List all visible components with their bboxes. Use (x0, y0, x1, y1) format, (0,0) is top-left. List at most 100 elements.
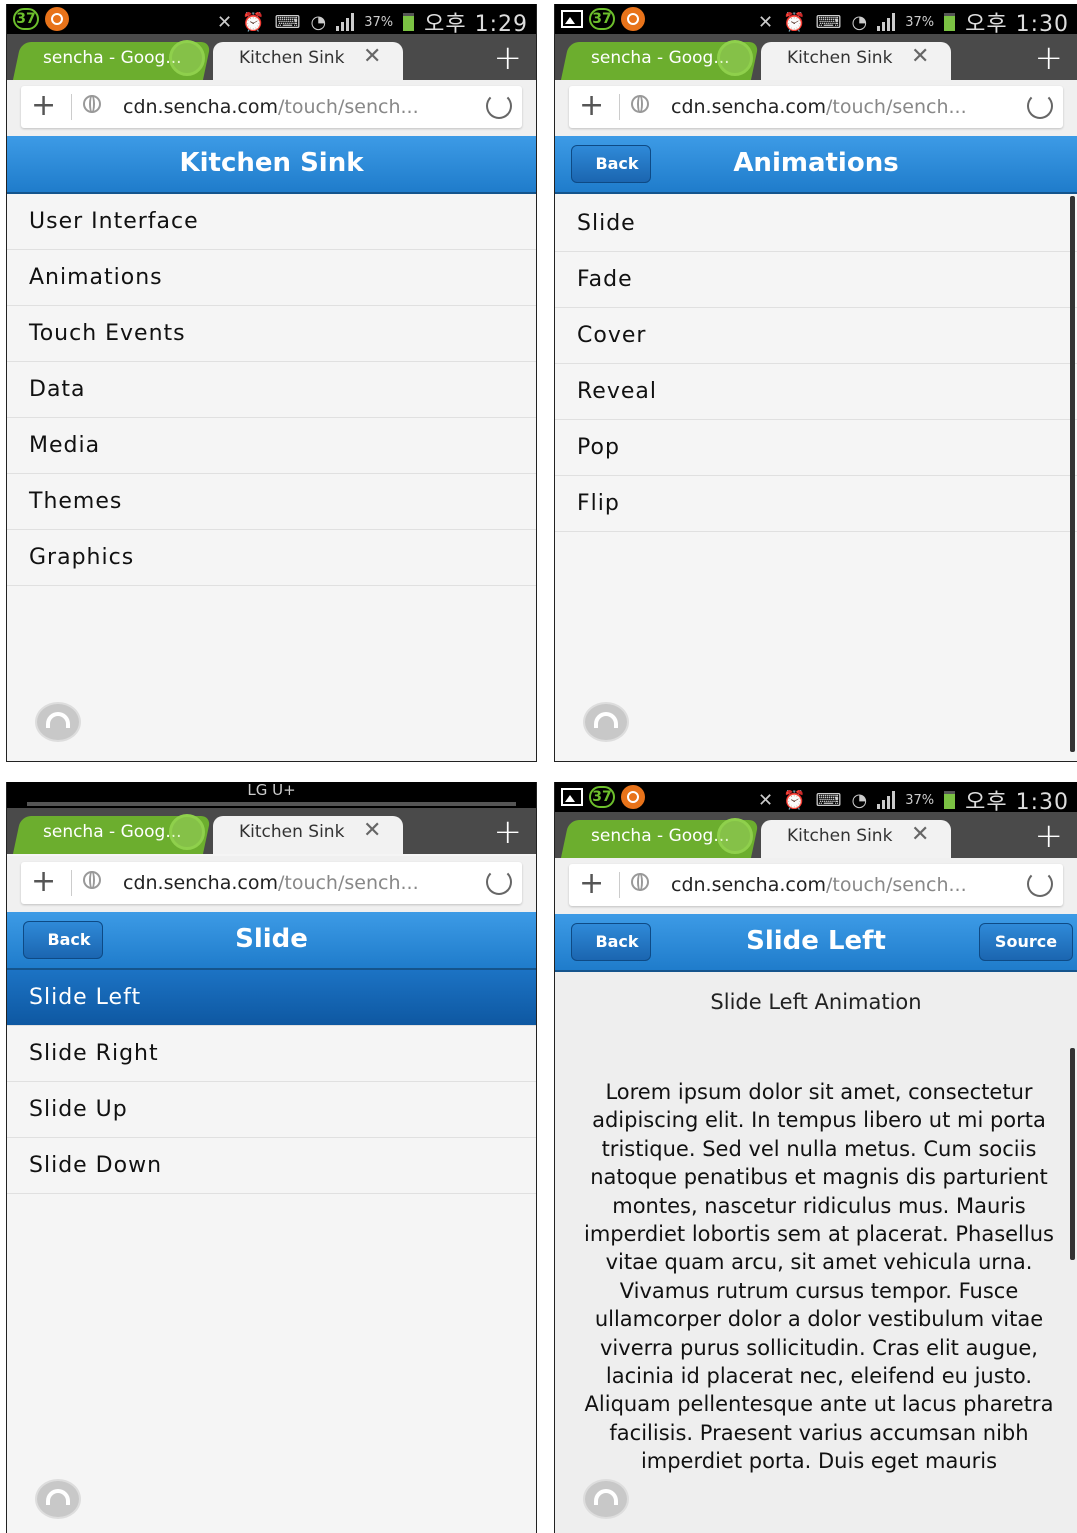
scrollbar[interactable] (1070, 196, 1075, 752)
new-tab-icon[interactable]: + (494, 38, 523, 78)
close-tab-icon[interactable]: ✕ (363, 44, 381, 69)
close-tab-icon[interactable]: ✕ (911, 822, 929, 847)
source-button[interactable]: Source (979, 923, 1073, 961)
list-item-data[interactable]: Data (7, 362, 536, 418)
loading-spinner-icon (169, 40, 205, 76)
list-item-reveal[interactable]: Reveal (555, 364, 1077, 420)
list-item-user-interface[interactable]: User Interface (7, 194, 536, 250)
notification-badge: 37 (589, 786, 615, 808)
list-item-slide-left[interactable]: Slide Left (7, 970, 536, 1026)
address-bar[interactable]: + cdn.sencha.com/touch/sench... (21, 86, 522, 128)
list-item-slide-down[interactable]: Slide Down (7, 1138, 536, 1194)
quick-controls-icon[interactable] (35, 1479, 81, 1519)
address-bar[interactable]: + cdn.sencha.com/touch/sench... (569, 86, 1063, 128)
battery-percent: 37% (905, 792, 935, 808)
alarm-icon: ⏰ (783, 11, 806, 33)
address-bar-area: + cdn.sencha.com/touch/sench... (7, 80, 536, 136)
battery-icon (403, 13, 415, 31)
scrollbar[interactable] (1070, 1048, 1075, 1260)
list-item-cover[interactable]: Cover (555, 308, 1077, 364)
url-text[interactable]: cdn.sencha.com/touch/sench... (123, 872, 419, 894)
add-bookmark-icon[interactable]: + (579, 866, 604, 901)
page-title: Animations (733, 148, 899, 178)
reload-icon[interactable] (486, 93, 512, 119)
address-bar-area: + cdn.sencha.com/touch/sench... (555, 858, 1077, 914)
notification-shade-handle[interactable] (27, 802, 516, 806)
alarm-icon: ⏰ (783, 789, 806, 811)
url-host: cdn.sencha.com (123, 96, 278, 118)
screen-slide: LG U+ sencha - Goog... Kitchen Sink ✕ + … (6, 782, 537, 1533)
new-tab-icon[interactable]: + (494, 812, 523, 852)
tab-kitchen-sink-label: Kitchen Sink (239, 822, 345, 842)
list-item-graphics[interactable]: Graphics (7, 530, 536, 586)
loading-spinner-icon (717, 40, 753, 76)
close-tab-icon[interactable]: ✕ (363, 818, 381, 843)
tab-strip: sencha - Goog... Kitchen Sink ✕ + (7, 808, 536, 854)
mute-icon: ✕ (757, 11, 774, 33)
list-item-slide[interactable]: Slide (555, 196, 1077, 252)
new-tab-icon[interactable]: + (1035, 38, 1064, 78)
address-bar[interactable]: + cdn.sencha.com/touch/sench... (569, 864, 1063, 906)
list-item-slide-right[interactable]: Slide Right (7, 1026, 536, 1082)
quick-controls-icon[interactable] (583, 1479, 629, 1519)
url-text[interactable]: cdn.sencha.com/touch/sench... (671, 96, 967, 118)
divider (619, 94, 620, 120)
animations-list: Slide Fade Cover Reveal Pop Flip (555, 196, 1077, 532)
url-path: /touch/sench... (277, 96, 419, 118)
status-bar: 37 ✕ ⏰ ⌨ ◔ 37% 오후 1:30 (555, 4, 1077, 37)
tab-kitchen-sink-label: Kitchen Sink (787, 48, 893, 68)
globe-icon (631, 873, 649, 891)
reload-icon[interactable] (1027, 93, 1053, 119)
add-bookmark-icon[interactable]: + (31, 864, 56, 899)
keyboard-icon: ⌨ (815, 789, 842, 811)
mute-icon: ✕ (216, 11, 233, 33)
url-host: cdn.sencha.com (123, 872, 278, 894)
signal-icon (877, 791, 896, 809)
list-item-flip[interactable]: Flip (555, 476, 1077, 532)
wifi-icon: ◔ (310, 11, 327, 33)
close-tab-icon[interactable]: ✕ (911, 44, 929, 69)
alarm-icon: ⏰ (242, 11, 265, 33)
title-bar: Back Animations (555, 136, 1077, 194)
title-bar: Back Slide Left Source (555, 914, 1077, 972)
app-notification-icon (621, 7, 645, 31)
menu-list: User Interface Animations Touch Events D… (7, 194, 536, 586)
list-item-pop[interactable]: Pop (555, 420, 1077, 476)
tab-kitchen-sink-label: Kitchen Sink (787, 826, 893, 846)
url-path: /touch/sench... (825, 96, 967, 118)
keyboard-icon: ⌨ (815, 11, 842, 33)
carrier-bar: LG U+ (7, 782, 536, 808)
tab-sencha-label: sencha - Goog... (43, 822, 182, 842)
address-bar-area: + cdn.sencha.com/touch/sench... (555, 80, 1077, 136)
screenshot-icon (561, 10, 583, 28)
add-bookmark-icon[interactable]: + (31, 88, 56, 123)
list-item-slide-up[interactable]: Slide Up (7, 1082, 536, 1138)
loading-spinner-icon (169, 814, 205, 850)
tab-sencha-label: sencha - Goog... (43, 48, 182, 68)
list-item-media[interactable]: Media (7, 418, 536, 474)
signal-icon (877, 13, 896, 31)
battery-icon (944, 13, 956, 31)
carrier-label: LG U+ (247, 782, 296, 799)
add-bookmark-icon[interactable]: + (579, 88, 604, 123)
address-bar[interactable]: + cdn.sencha.com/touch/sench... (21, 862, 522, 904)
list-item-animations[interactable]: Animations (7, 250, 536, 306)
url-text[interactable]: cdn.sencha.com/touch/sench... (123, 96, 419, 118)
list-item-touch-events[interactable]: Touch Events (7, 306, 536, 362)
title-bar: Kitchen Sink (7, 136, 536, 194)
notification-badge: 37 (13, 8, 39, 30)
url-path: /touch/sench... (825, 874, 967, 896)
reload-icon[interactable] (1027, 871, 1053, 897)
reload-icon[interactable] (486, 869, 512, 895)
battery-percent: 37% (905, 14, 935, 30)
list-item-fade[interactable]: Fade (555, 252, 1077, 308)
status-bar: 37 ✕ ⏰ ⌨ ◔ 37% 오후 1:30 (555, 782, 1077, 815)
new-tab-icon[interactable]: + (1035, 816, 1064, 856)
screen-kitchen-sink: 37 ✕ ⏰ ⌨ ◔ 37% 오후 1:29 sencha - Goog... … (6, 4, 537, 762)
list-item-themes[interactable]: Themes (7, 474, 536, 530)
url-text[interactable]: cdn.sencha.com/touch/sench... (671, 874, 967, 896)
quick-controls-icon[interactable] (583, 702, 629, 742)
tab-strip: sencha - Goog... Kitchen Sink ✕ + (7, 34, 536, 80)
globe-icon (83, 95, 101, 113)
quick-controls-icon[interactable] (35, 702, 81, 742)
